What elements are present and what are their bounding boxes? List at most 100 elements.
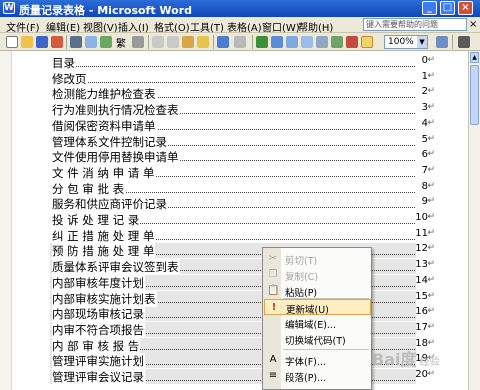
context-menu-item[interactable]: ❐ 复制(C) [264, 267, 371, 283]
redo-icon[interactable] [234, 36, 246, 48]
columns-icon[interactable] [316, 36, 328, 48]
context-menu-label: 段落(P)... [285, 373, 327, 384]
context-menu-item[interactable]: 📋 粘贴(P) [264, 283, 371, 299]
toc-page-number: 11 [415, 227, 428, 239]
toc-entry[interactable]: 文 件 消 纳 申 请 单 7 ↵ [52, 164, 435, 181]
menu-bar: 文件(F) 编辑(E) 视图(V) 插入(I) 格式(O) 工具(T) 表格(A… [0, 17, 480, 34]
permission-icon[interactable] [51, 36, 63, 48]
new-document-icon[interactable] [6, 36, 18, 48]
title-bar: W 质量记录表格 - Microsoft Word _ □ × [0, 0, 480, 17]
open-folder-icon[interactable] [21, 36, 33, 48]
toc-entry[interactable]: 管理体系文件控制记录 5 ↵ [52, 133, 435, 150]
menu-insert[interactable]: 插入(I) [118, 19, 149, 34]
watermark-logo: Bai度 经验 [372, 346, 439, 370]
menu-view[interactable]: 视图(V) [83, 19, 118, 34]
toc-entry-title: 借阅保密资料申请单 [52, 117, 157, 134]
scroll-thumb[interactable] [470, 65, 479, 125]
context-menu-item[interactable]: 切换域代码(T) [264, 331, 371, 347]
context-menu-label: 字体(F)... [285, 357, 326, 368]
paragraph-mark-icon: ↵ [427, 102, 435, 113]
word-icon[interactable]: W [3, 2, 15, 14]
paragraph-mark-icon: ↵ [427, 290, 435, 301]
hyperlink-icon[interactable] [256, 36, 268, 48]
help-search-input[interactable]: 键入需要帮助的问题 [363, 18, 467, 31]
cut-toolbar-icon[interactable] [152, 36, 164, 48]
font-icon: A [269, 354, 277, 365]
paste-toolbar-icon[interactable] [182, 36, 194, 48]
toc-entry-title: 服务和供应商评价记录 [52, 196, 168, 213]
maximize-button[interactable]: □ [440, 1, 455, 15]
toc-entry-title: 管理评审实施计划 [52, 353, 145, 370]
toc-entry-title: 内 部 审 核 报 告 [52, 337, 141, 354]
menu-file[interactable]: 文件(F) [6, 19, 40, 34]
toc-entry[interactable]: 纠 正 措 施 处 理 单 11 ↵ [52, 227, 435, 244]
context-menu-label: 编辑域(E)... [285, 320, 336, 331]
menu-table[interactable]: 表格(A) [227, 19, 262, 34]
paragraph-mark-icon: ↵ [427, 196, 435, 207]
toc-leader-dots [52, 66, 415, 67]
paste-icon: 📋 [267, 285, 280, 296]
context-menu-item[interactable]: ≡ 段落(P)... [264, 368, 371, 384]
toc-entry[interactable]: 分 包 审 批 表 8 ↵ [52, 180, 435, 197]
context-menu-item[interactable]: A 字体(F)... [264, 352, 371, 368]
paragraph-mark-icon: ↵ [427, 180, 435, 191]
vertical-scrollbar[interactable]: ▲ [468, 51, 480, 390]
menu-window[interactable]: 窗口(W) [262, 19, 300, 34]
document-close-icon[interactable]: × [469, 19, 477, 30]
zoom-select[interactable]: 100% ▼ [384, 35, 428, 49]
scroll-up-icon[interactable]: ▲ [470, 52, 479, 63]
print-icon[interactable] [70, 36, 82, 48]
toc-entry[interactable]: 借阅保密资料申请单 4 ↵ [52, 117, 435, 134]
context-menu-label: 更新域(U) [286, 305, 329, 316]
paragraph-mark-icon: ↵ [427, 164, 435, 175]
document-map-icon[interactable] [346, 36, 358, 48]
toc-page-number: 17 [415, 321, 428, 333]
help-icon[interactable] [436, 36, 448, 48]
insert-table-icon[interactable] [286, 36, 298, 48]
insert-excel-icon[interactable] [301, 36, 313, 48]
paragraph-mark-icon: ↵ [427, 274, 435, 285]
chevron-down-icon[interactable]: ▼ [417, 36, 427, 48]
toc-entry[interactable]: 修改页 1 ↵ [52, 70, 435, 87]
toc-entry[interactable]: 服务和供应商评价记录 9 ↵ [52, 196, 435, 213]
toc-entry-title: 文 件 消 纳 申 请 单 [52, 164, 156, 181]
spelling-icon[interactable] [100, 36, 112, 48]
context-menu: ✂ 剪切(T) ❐ 复制(C) 📋 粘贴(P)! 更新域(U) 编辑域(E)... 切换域代码(… [262, 247, 372, 390]
drawing-icon[interactable] [331, 36, 343, 48]
paragraph-mark-icon: ↵ [427, 117, 435, 128]
toc-entry[interactable]: 检测能力维护检查表 2 ↵ [52, 86, 435, 103]
undo-icon[interactable] [217, 36, 229, 48]
toc-leader-dots [52, 81, 415, 83]
toc-entry[interactable]: 文件使用停用替换申请单 6 ↵ [52, 149, 435, 166]
show-hide-icon[interactable] [361, 36, 373, 48]
paragraph-mark-icon: ↵ [427, 149, 435, 160]
context-menu-item[interactable]: ✂ 剪切(T) [264, 251, 371, 267]
tables-borders-icon[interactable] [271, 36, 283, 48]
paragraph-mark-icon: ↵ [427, 259, 435, 270]
toc-entry-title: 行为准则执行情况检查表 [52, 102, 180, 119]
toolbar-options-icon[interactable] [458, 36, 470, 48]
minimize-button[interactable]: _ [422, 1, 437, 15]
paragraph-mark-icon: ↵ [427, 227, 435, 238]
copy-toolbar-icon[interactable] [167, 36, 179, 48]
menu-format[interactable]: 格式(O) [154, 19, 190, 34]
menu-tools[interactable]: 工具(T) [190, 19, 224, 34]
paragraph-mark-icon: ↵ [427, 306, 435, 317]
menu-edit[interactable]: 编辑(E) [46, 19, 80, 34]
toc-entry[interactable]: 目录 0 ↵ [52, 55, 435, 71]
print-preview-icon[interactable] [85, 36, 97, 48]
toc-entry[interactable]: 投 诉 处 理 记 录 10 ↵ [52, 212, 435, 228]
cut-icon: ✂ [268, 253, 278, 264]
context-menu-label: 剪切(T) [285, 256, 318, 267]
research-icon[interactable] [132, 36, 144, 48]
format-painter-icon[interactable] [197, 36, 209, 48]
context-menu-item[interactable]: ! 更新域(U) [264, 299, 371, 316]
save-icon[interactable] [36, 36, 48, 48]
toc-page-number: 16 [415, 306, 428, 318]
toc-entry[interactable]: 行为准则执行情况检查表 3 ↵ [52, 102, 435, 119]
menu-help[interactable]: 帮助(H) [298, 19, 333, 34]
close-button[interactable]: × [458, 1, 473, 15]
toc-entry-title: 内审不符合项报告 [52, 321, 145, 338]
context-menu-item[interactable]: 编辑域(E)... [264, 315, 371, 331]
traditional-chinese-icon[interactable]: 繁 [116, 35, 126, 50]
